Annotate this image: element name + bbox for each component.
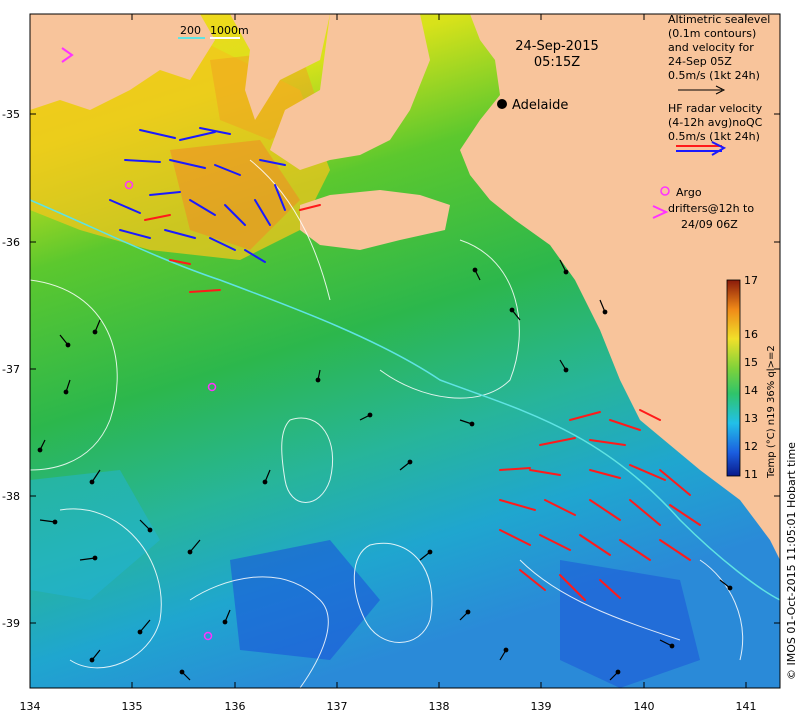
altimetry-legend-line3: and velocity for (668, 41, 754, 54)
lon-label: 134 (20, 700, 41, 713)
lon-label: 137 (327, 700, 348, 713)
sst-map-figure: 200 1000m 24-Sep-2015 05:15Z Adelaide Al… (2, 13, 798, 713)
adelaide-label: Adelaide (512, 98, 568, 113)
lon-label: 135 (122, 700, 143, 713)
altimetry-legend-line5: 0.5m/s (1kt 24h) (668, 69, 760, 82)
radar-legend-line2: (4-12h avg)noQC (668, 116, 763, 129)
isobath-legend-1000-label: 1000m (210, 24, 249, 37)
colorbar-tick-13: 13 (744, 412, 758, 425)
altimetry-legend-line1: Altimetric sealevel (668, 13, 770, 26)
argo-legend-line2: drifters@12h to (668, 202, 754, 215)
lon-label: 141 (736, 700, 757, 713)
isobath-legend-200-label: 200 (180, 24, 201, 37)
colorbar-tick-14: 14 (744, 384, 758, 397)
colorbar-tick-17: 17 (744, 274, 758, 287)
colorbar-fill (726, 279, 741, 477)
imos-credit: © IMOS 01-Oct-2015 11:05:01 Hobart time (785, 442, 798, 680)
altimetry-legend-line4: 24-Sep 05Z (668, 55, 732, 68)
colorbar-tick-11: 11 (744, 468, 758, 481)
lon-label: 136 (225, 700, 246, 713)
colorbar-title: Temp (°C) n19 36% ql>=2 (766, 345, 777, 479)
argo-legend-line3: 24/09 06Z (681, 218, 738, 231)
lat-label: -35 (2, 108, 20, 121)
map-time: 05:15Z (534, 55, 580, 70)
colorbar-tick-12: 12 (744, 440, 758, 453)
lon-label: 139 (531, 700, 552, 713)
radar-legend-line1: HF radar velocity (668, 102, 763, 115)
map-date: 24-Sep-2015 (515, 39, 599, 54)
altimetry-legend-line2: (0.1m contours) (668, 27, 756, 40)
argo-legend-line1: Argo (676, 186, 702, 199)
colorbar-tick-16: 16 (744, 328, 758, 341)
lon-label: 140 (634, 700, 655, 713)
radar-legend-line3: 0.5m/s (1kt 24h) (668, 130, 760, 143)
lon-label: 138 (429, 700, 450, 713)
lat-label: -36 (2, 236, 20, 249)
colorbar-tick-15: 15 (744, 356, 758, 369)
lat-label: -38 (2, 490, 20, 503)
lat-label: -37 (2, 363, 20, 376)
lat-label: -39 (2, 617, 20, 630)
adelaide-marker (497, 99, 507, 109)
